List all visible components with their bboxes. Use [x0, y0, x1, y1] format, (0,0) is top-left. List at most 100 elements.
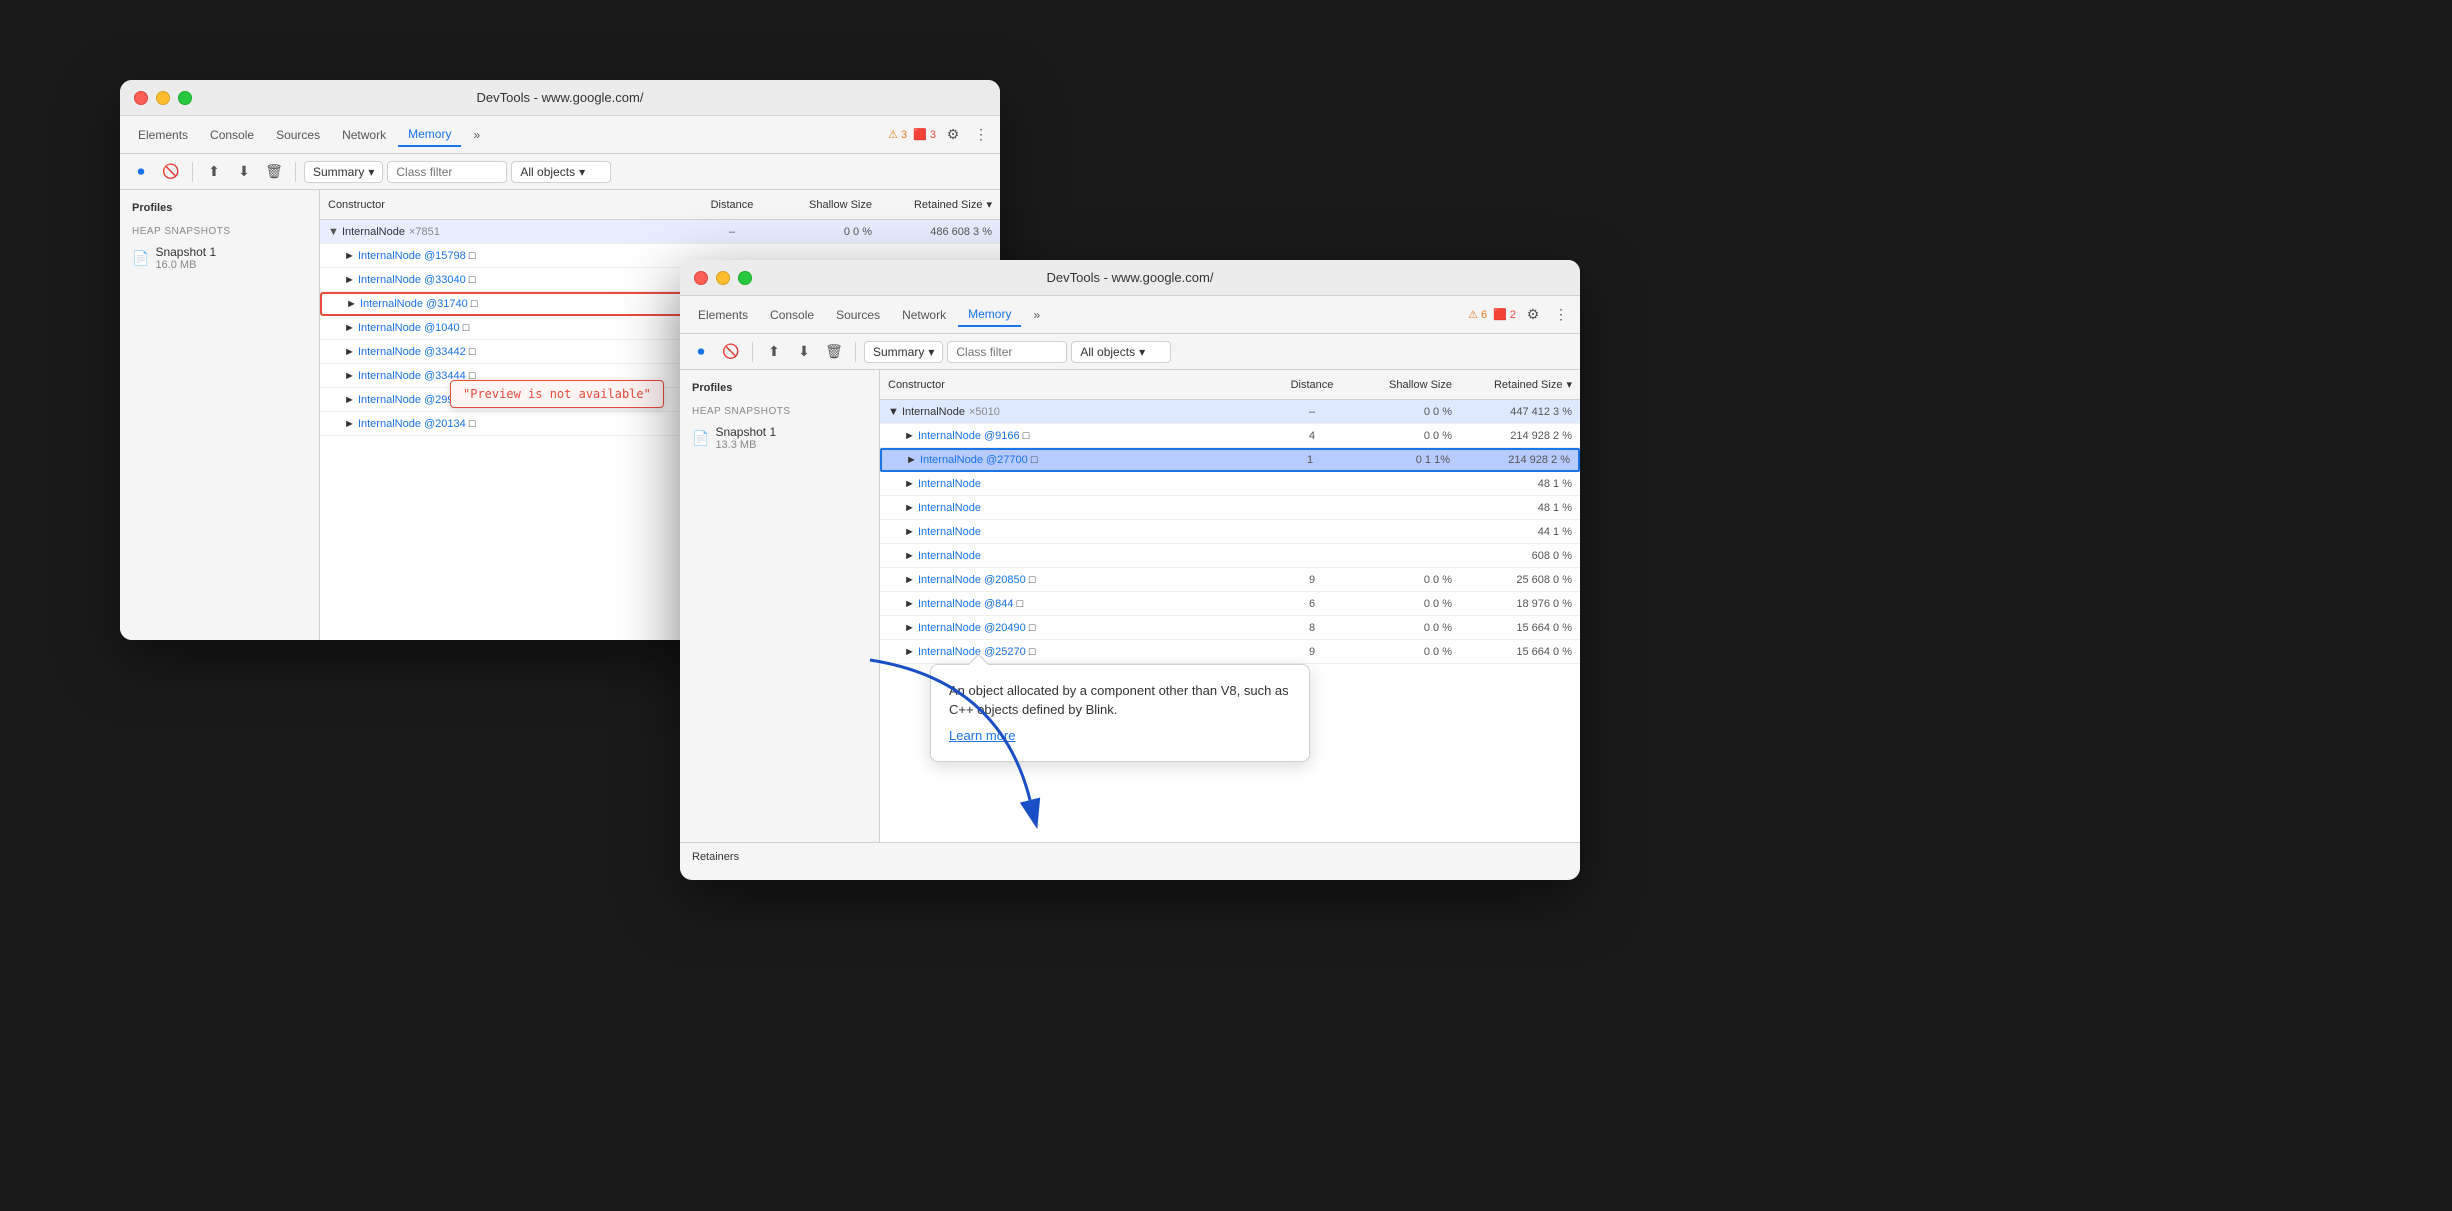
- warning-badge-2: ⚠ 6: [1468, 308, 1487, 321]
- summary-label-2: Summary: [873, 345, 924, 359]
- all-objects-dropdown-2[interactable]: All objects ▾: [1071, 341, 1171, 363]
- tooltip-text: An object allocated by a component other…: [949, 683, 1289, 718]
- heap-snapshots-label-2: HEAP SNAPSHOTS: [680, 398, 879, 421]
- sep-2b: [855, 342, 856, 362]
- col-retained-2: Retained Size ▾: [1452, 378, 1572, 391]
- settings-icon-2[interactable]: ⚙: [1522, 304, 1544, 326]
- snapshot-item-1[interactable]: 📄 Snapshot 1 16.0 MB: [120, 241, 319, 275]
- objects-arrow-2: ▾: [1139, 345, 1145, 359]
- retainers-bar-2: Retainers: [680, 842, 1580, 870]
- summary-arrow-1: ▾: [368, 165, 374, 179]
- all-objects-label-2: All objects: [1080, 345, 1135, 359]
- info-tooltip: An object allocated by a component other…: [930, 664, 1310, 763]
- upload-btn-1[interactable]: ⬆: [201, 159, 227, 185]
- record-btn-2[interactable]: ⏺: [688, 339, 714, 365]
- collect-btn-1[interactable]: 🗑: [261, 159, 287, 185]
- sep-1a: [192, 162, 193, 182]
- snapshot-item-2[interactable]: 📄 Snapshot 1 13.3 MB: [680, 421, 879, 455]
- snapshot-info-2: Snapshot 1 13.3 MB: [715, 425, 776, 451]
- sep-1b: [295, 162, 296, 182]
- learn-more-link[interactable]: Learn more: [949, 726, 1291, 746]
- snapshot-size-1: 16.0 MB: [155, 259, 216, 271]
- maximize-button-1[interactable]: [178, 91, 192, 105]
- tab-elements-1[interactable]: Elements: [128, 124, 198, 146]
- table-header-1: Constructor Distance Shallow Size Retain…: [320, 190, 1000, 220]
- snapshot-icon-1: 📄: [132, 250, 149, 267]
- tab-more-2[interactable]: »: [1023, 304, 1050, 326]
- table-row[interactable]: ► InternalNode 44 1 %: [880, 520, 1580, 544]
- maximize-button-2[interactable]: [738, 271, 752, 285]
- retained-sort-icon-1: ▾: [986, 198, 992, 211]
- col-constructor-1: Constructor: [328, 199, 692, 211]
- clear-btn-1[interactable]: 🚫: [158, 159, 184, 185]
- window-title-2: DevTools - www.google.com/: [1047, 270, 1214, 285]
- download-btn-1[interactable]: ⬇: [231, 159, 257, 185]
- record-btn-1[interactable]: ⏺: [128, 159, 154, 185]
- table-header-2: Constructor Distance Shallow Size Retain…: [880, 370, 1580, 400]
- table-row[interactable]: ► InternalNode 608 0 %: [880, 544, 1580, 568]
- table-row[interactable]: ▼ InternalNode×7851 – 0 0 % 486 608 3 %: [320, 220, 1000, 244]
- title-bar-1: DevTools - www.google.com/: [120, 80, 1000, 116]
- snapshot-info-1: Snapshot 1 16.0 MB: [155, 245, 216, 271]
- tab-more-1[interactable]: »: [463, 124, 490, 146]
- table-row[interactable]: ▼ InternalNode×5010 – 0 0 % 447 412 3 %: [880, 400, 1580, 424]
- title-bar-2: DevTools - www.google.com/: [680, 260, 1580, 296]
- table-row[interactable]: ► InternalNode 48 1 %: [880, 496, 1580, 520]
- traffic-lights-1: [134, 91, 192, 105]
- toolbar-2: ⏺ 🚫 ⬆ ⬇ 🗑 Summary ▾ All objects ▾: [680, 334, 1580, 370]
- tab-icons-1: ⚠ 3 🟥 3 ⚙ ⋮: [888, 124, 992, 146]
- summary-dropdown-1[interactable]: Summary ▾: [304, 161, 383, 183]
- table-body-2[interactable]: ▼ InternalNode×5010 – 0 0 % 447 412 3 % …: [880, 400, 1580, 842]
- minimize-button-2[interactable]: [716, 271, 730, 285]
- sidebar-2: Profiles HEAP SNAPSHOTS 📄 Snapshot 1 13.…: [680, 370, 880, 842]
- table-row[interactable]: ► InternalNode @20850 □ 9 0 0 % 25 608 0…: [880, 568, 1580, 592]
- objects-arrow-1: ▾: [579, 165, 585, 179]
- all-objects-label-1: All objects: [520, 165, 575, 179]
- summary-dropdown-2[interactable]: Summary ▾: [864, 341, 943, 363]
- table-row-highlighted[interactable]: ► InternalNode @27700 □ 1 0 1 1% 214 928…: [880, 448, 1580, 472]
- class-filter-2[interactable]: [947, 341, 1067, 363]
- class-filter-1[interactable]: [387, 161, 507, 183]
- tab-icons-2: ⚠ 6 🟥 2 ⚙ ⋮: [1468, 304, 1572, 326]
- settings-icon-1[interactable]: ⚙: [942, 124, 964, 146]
- profiles-title-1: Profiles: [120, 198, 319, 218]
- error-badge-1: 🟥 3: [913, 128, 936, 141]
- col-shallow-2: Shallow Size: [1352, 379, 1452, 391]
- error-badge-2: 🟥 2: [1493, 308, 1516, 321]
- tab-console-2[interactable]: Console: [760, 304, 824, 326]
- minimize-button-1[interactable]: [156, 91, 170, 105]
- clear-btn-2[interactable]: 🚫: [718, 339, 744, 365]
- close-button-1[interactable]: [134, 91, 148, 105]
- sidebar-1: Profiles HEAP SNAPSHOTS 📄 Snapshot 1 16.…: [120, 190, 320, 640]
- tab-network-1[interactable]: Network: [332, 124, 396, 146]
- tab-sources-2[interactable]: Sources: [826, 304, 890, 326]
- more-icon-1[interactable]: ⋮: [970, 124, 992, 146]
- tab-network-2[interactable]: Network: [892, 304, 956, 326]
- collect-btn-2[interactable]: 🗑: [821, 339, 847, 365]
- tab-elements-2[interactable]: Elements: [688, 304, 758, 326]
- snapshot-size-2: 13.3 MB: [715, 439, 776, 451]
- col-retained-1: Retained Size ▾: [872, 198, 992, 211]
- more-icon-2[interactable]: ⋮: [1550, 304, 1572, 326]
- col-shallow-1: Shallow Size: [772, 199, 872, 211]
- upload-btn-2[interactable]: ⬆: [761, 339, 787, 365]
- devtools-window-2: DevTools - www.google.com/ Elements Cons…: [680, 260, 1580, 880]
- tab-memory-2[interactable]: Memory: [958, 303, 1021, 327]
- table-row[interactable]: ► InternalNode @844 □ 6 0 0 % 18 976 0 %: [880, 592, 1580, 616]
- close-button-2[interactable]: [694, 271, 708, 285]
- table-row[interactable]: ► InternalNode @9166 □ 4 0 0 % 214 928 2…: [880, 424, 1580, 448]
- all-objects-dropdown-1[interactable]: All objects ▾: [511, 161, 611, 183]
- toolbar-1: ⏺ 🚫 ⬆ ⬇ 🗑 Summary ▾ All objects ▾: [120, 154, 1000, 190]
- table-row[interactable]: ► InternalNode @20490 □ 8 0 0 % 15 664 0…: [880, 616, 1580, 640]
- snapshot-icon-2: 📄: [692, 430, 709, 447]
- tab-memory-1[interactable]: Memory: [398, 123, 461, 147]
- devtools-tabs-1: Elements Console Sources Network Memory …: [120, 116, 1000, 154]
- table-row[interactable]: ► InternalNode 48 1 %: [880, 472, 1580, 496]
- tab-console-1[interactable]: Console: [200, 124, 264, 146]
- snapshot-name-1: Snapshot 1: [155, 245, 216, 259]
- tab-sources-1[interactable]: Sources: [266, 124, 330, 146]
- download-btn-2[interactable]: ⬇: [791, 339, 817, 365]
- preview-tooltip: "Preview is not available": [450, 380, 664, 408]
- devtools-tabs-2: Elements Console Sources Network Memory …: [680, 296, 1580, 334]
- heap-snapshots-label-1: HEAP SNAPSHOTS: [120, 218, 319, 241]
